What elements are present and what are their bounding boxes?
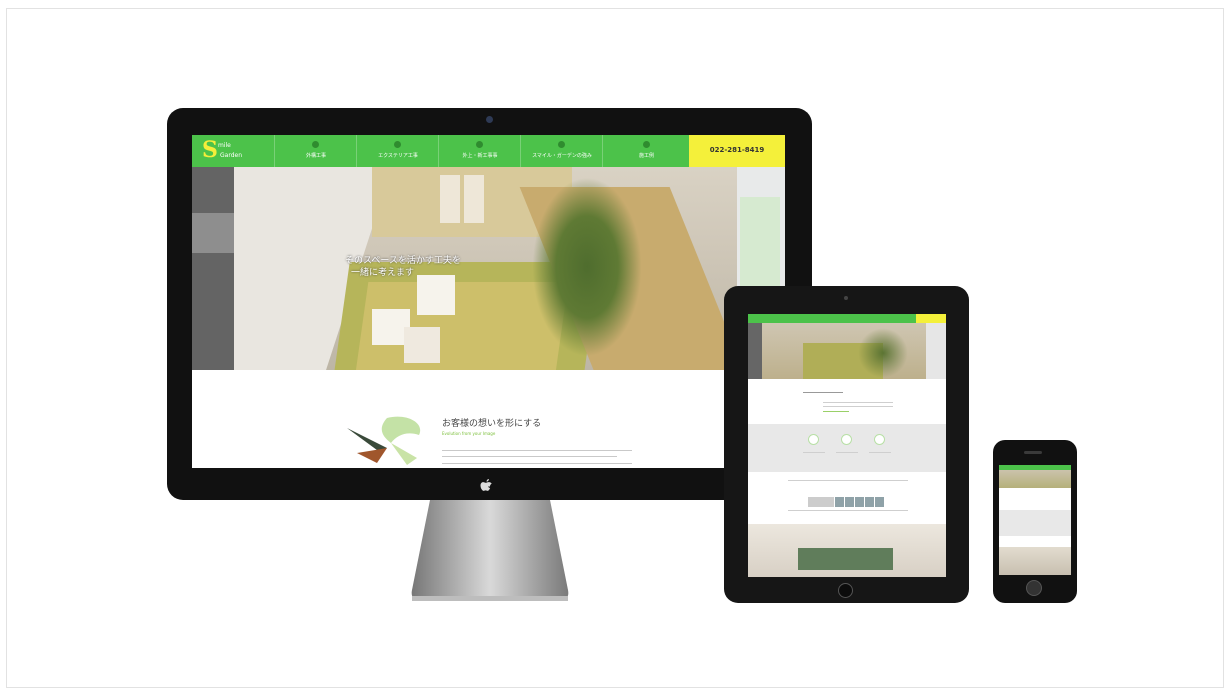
tablet-gallery: [748, 524, 946, 577]
tablet-gallery-strip: [798, 548, 893, 570]
tablet-text-line: [869, 452, 891, 453]
tablet-divider: [788, 510, 908, 511]
phone-number: 022-281-8419: [709, 146, 765, 154]
intro-subtitle: Evolution from your Image: [442, 431, 496, 436]
tablet-features-section: [748, 424, 946, 472]
camera-icon: [844, 296, 848, 300]
nav-item-label: 施工例: [638, 153, 654, 159]
tablet-hero-plants: [858, 328, 908, 378]
hero-plants: [532, 177, 642, 357]
intro-title: お客様の想いを形にする: [442, 419, 542, 429]
phone-screen: [999, 465, 1071, 575]
hero-left-post: [192, 213, 234, 253]
hero-gate: [464, 175, 484, 223]
tablet-text-line: [823, 406, 893, 407]
tablet-feature-icon: [874, 434, 885, 445]
nav-item-label: 外構工事: [305, 153, 326, 159]
site-navbar: S mile Garden 外構工事 エクステリア工事 外上・新工事事 スマイル…: [192, 135, 785, 167]
tablet-hero-image: [748, 323, 946, 379]
nav-item-label: スマイル・ガーデンの強み: [532, 153, 592, 159]
tablet-text-line: [803, 392, 843, 393]
tablet-screen: [748, 314, 946, 577]
tablet-phone-box: [916, 314, 946, 323]
imac-stand: [411, 500, 569, 601]
nav-item-2[interactable]: エクステリア工事: [356, 135, 438, 167]
tablet-navbar: [748, 314, 946, 323]
logo-word-top: mile: [218, 142, 231, 149]
tablet-text-line: [836, 452, 858, 453]
logo-letter: S: [202, 137, 218, 163]
phone-number-box[interactable]: 022-281-8419: [689, 135, 785, 167]
site-logo[interactable]: S mile Garden: [202, 137, 262, 163]
intro-text-line: [442, 450, 632, 451]
home-button: [1026, 580, 1042, 596]
speaker-icon: [1024, 451, 1042, 454]
tablet-text-line: [803, 452, 825, 453]
tablet-feature-icon: [841, 434, 852, 445]
nav-gate-icon: [394, 141, 401, 148]
camera-icon: [486, 116, 493, 123]
nav-item-3[interactable]: 外上・新工事事: [438, 135, 520, 167]
nav-tree-icon: [476, 141, 483, 148]
hero-stepping-stone: [404, 327, 440, 363]
tablet-divider: [788, 480, 908, 481]
desktop-screen: S mile Garden 外構工事 エクステリア工事 外上・新工事事 スマイル…: [192, 135, 785, 468]
tablet-thumbnails: [808, 492, 908, 507]
nav-item-label: エクステリア工事: [378, 153, 418, 159]
nav-item-label: 外上・新工事事: [462, 153, 498, 159]
intro-text-line: [442, 463, 632, 464]
hero-caption: そのスペースを活かす工夫を 一緒に考えます: [345, 255, 461, 279]
tablet-text-line: [823, 411, 849, 412]
hero-image: そのスペースを活かす工夫を 一緒に考えます: [192, 167, 785, 370]
hero-gate: [440, 175, 460, 223]
phone-hero-image: [999, 470, 1071, 488]
nav-house-icon: [312, 141, 319, 148]
intro-text-line: [442, 456, 617, 457]
nav-item-5[interactable]: 施工例: [602, 135, 689, 167]
tablet-hero-right: [926, 323, 946, 379]
logo-word-bottom: Garden: [220, 152, 242, 159]
home-button: [838, 583, 853, 598]
hero-left-post: [192, 167, 234, 370]
phone-gallery: [999, 547, 1071, 575]
nav-smile-icon: [558, 141, 565, 148]
nav-camera-icon: [643, 141, 650, 148]
hero-caption-line1: そのスペースを活かす工夫を: [345, 256, 461, 266]
tablet-feature-icon: [808, 434, 819, 445]
tablet-hero-left: [748, 323, 762, 379]
hero-caption-line2: 一緒に考えます: [351, 268, 415, 278]
nav-item-1[interactable]: 外構工事: [274, 135, 356, 167]
hero-stepping-stone: [417, 275, 455, 315]
apple-logo-icon: [480, 479, 492, 491]
intro-illustration: [347, 416, 421, 465]
nav-item-4[interactable]: スマイル・ガーデンの強み: [520, 135, 602, 167]
phone-features-section: [999, 510, 1071, 536]
tablet-text-line: [823, 402, 893, 403]
